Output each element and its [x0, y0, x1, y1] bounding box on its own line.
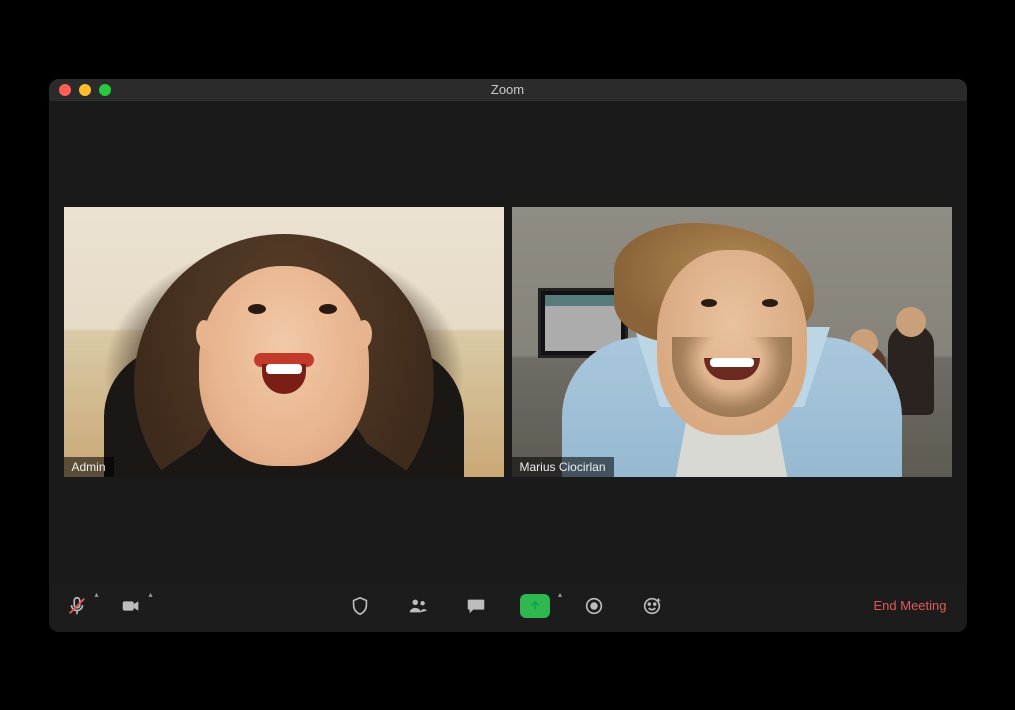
window-close-button[interactable] — [59, 84, 71, 96]
video-icon — [120, 595, 142, 617]
titlebar[interactable]: Zoom — [49, 79, 967, 101]
chevron-up-icon[interactable]: ▴ — [558, 590, 562, 599]
chevron-up-icon[interactable]: ▴ — [148, 590, 152, 599]
record-icon — [583, 595, 605, 617]
participant-name-label: Marius Ciocirlan — [512, 457, 614, 477]
video-button[interactable]: ▴ — [117, 592, 145, 620]
share-screen-icon — [520, 594, 550, 618]
security-button[interactable] — [346, 592, 374, 620]
chat-icon — [465, 595, 487, 617]
window-minimize-button[interactable] — [79, 84, 91, 96]
reactions-button[interactable] — [638, 592, 666, 620]
end-meeting-button[interactable]: End Meeting — [868, 594, 953, 617]
video-grid: Admin Marius Ciocirlan — [49, 101, 967, 584]
reactions-icon — [641, 595, 663, 617]
participant-tile[interactable]: Marius Ciocirlan — [512, 207, 952, 477]
record-button[interactable] — [580, 592, 608, 620]
window-fullscreen-button[interactable] — [99, 84, 111, 96]
participants-button[interactable] — [404, 592, 432, 620]
chevron-up-icon[interactable]: ▴ — [94, 590, 98, 599]
meeting-toolbar: ▴ ▴ — [49, 584, 967, 632]
window-title: Zoom — [49, 82, 967, 97]
participants-icon — [407, 595, 429, 617]
chat-button[interactable] — [462, 592, 490, 620]
participant-name-label: Admin — [64, 457, 114, 477]
participant-tile[interactable]: Admin — [64, 207, 504, 477]
mute-button[interactable]: ▴ — [63, 592, 91, 620]
share-screen-button[interactable]: ▴ — [520, 592, 550, 620]
microphone-muted-icon — [66, 595, 88, 617]
shield-icon — [349, 595, 371, 617]
app-window: Zoom Admin — [49, 79, 967, 632]
